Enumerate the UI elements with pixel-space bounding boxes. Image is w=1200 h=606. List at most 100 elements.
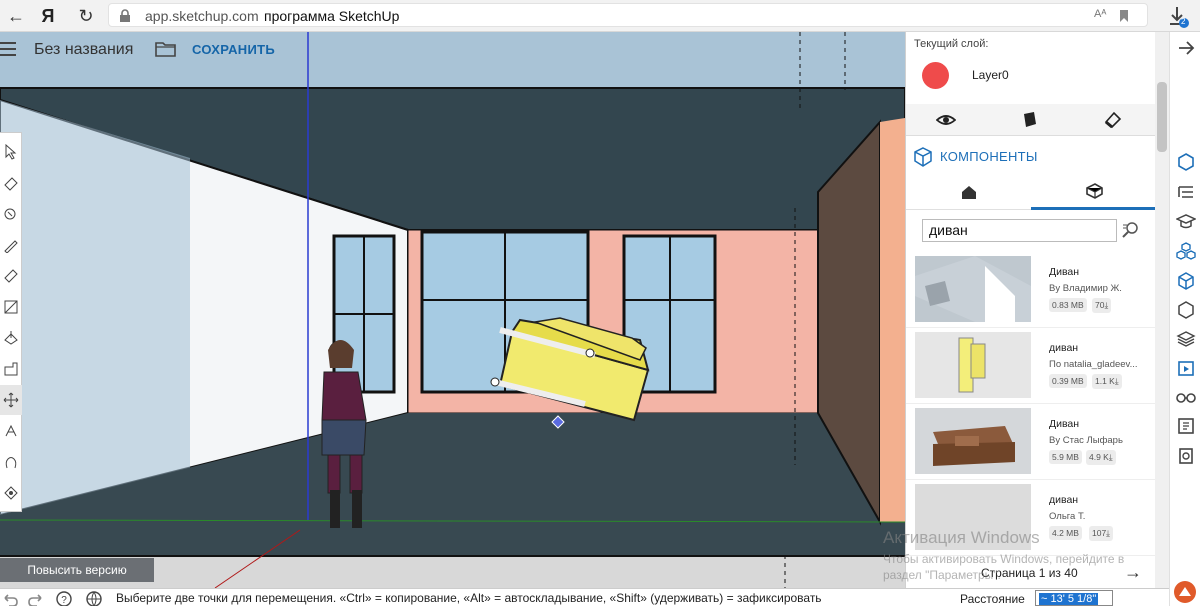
outliner-icon[interactable] [1176, 183, 1196, 203]
components-header: КОМПОНЕНТЫ [906, 138, 1155, 174]
components-panel-icon[interactable] [1176, 241, 1196, 261]
current-layer-caption: Текущий слой: [914, 38, 989, 50]
list-item[interactable]: диван По natalia_gladeev... 0.39 MB 1.1 … [906, 328, 1155, 404]
layers-paint-icon[interactable] [1020, 110, 1040, 130]
svg-text:?: ? [61, 595, 67, 606]
result-author: By Владимир Ж. [1049, 283, 1122, 294]
walk-tool-icon[interactable] [0, 478, 22, 508]
pencil-tool-icon[interactable] [0, 230, 22, 260]
components-title: КОМПОНЕНТЫ [940, 149, 1038, 164]
move-tool-icon[interactable] [0, 385, 22, 415]
result-name: Диван [1049, 266, 1080, 278]
rectangle-tool-icon[interactable] [0, 292, 22, 322]
yandex-logo-icon[interactable]: Я [36, 4, 60, 28]
downloads-button[interactable]: 2 [1164, 4, 1190, 30]
save-button[interactable]: СОХРАНИТЬ [192, 42, 275, 57]
result-downloads: 107⤓ [1089, 526, 1113, 541]
distance-value: ~ 13' 5 1/8" [1039, 593, 1099, 605]
result-size: 0.39 MB [1049, 374, 1087, 388]
url-page-title: программа SketchUp [264, 8, 400, 24]
advanced-search-icon[interactable] [1121, 221, 1139, 239]
layer-color-swatch[interactable] [922, 62, 949, 89]
component-search-input[interactable]: диван [922, 219, 1117, 242]
extension-icon[interactable] [1173, 580, 1197, 604]
result-downloads: 4.9 K⤓ [1086, 450, 1116, 465]
help-icon[interactable]: ? [56, 591, 72, 606]
right-panel: Текущий слой: Layer0 КОМПОНЕНТЫ диван Ди… [905, 32, 1155, 588]
url-domain: app.sketchup.com [145, 8, 259, 24]
scene-svg [0, 32, 905, 588]
result-size: 5.9 MB [1049, 450, 1082, 464]
component-thumbnail [915, 332, 1031, 398]
result-author: По natalia_gladeev... [1049, 359, 1138, 370]
bookmark-icon[interactable] [1119, 9, 1129, 23]
document-title[interactable]: Без названия [34, 41, 133, 59]
layer-tools [906, 104, 1155, 136]
layer-eraser-icon[interactable] [1103, 110, 1123, 130]
materials-icon[interactable] [1176, 271, 1196, 291]
scenes-icon[interactable] [1176, 358, 1196, 378]
result-author: By Стас Лыфарь [1049, 435, 1123, 446]
translate-icon[interactable]: Aᴬ [1094, 8, 1106, 20]
layers-icon[interactable] [1176, 329, 1196, 349]
display-glasses-icon[interactable] [1176, 387, 1196, 407]
windows-activation-title: Активация Windows [883, 528, 1040, 547]
pan-tool-icon[interactable] [0, 447, 22, 477]
distance-input[interactable]: ~ 13' 5 1/8" [1035, 590, 1113, 606]
reload-icon[interactable]: ↻ [74, 4, 98, 28]
result-size: 0.83 MB [1049, 298, 1087, 312]
status-bar: ? Выберите две точки для перемещения. «C… [0, 588, 1169, 606]
list-item[interactable]: Диван By Владимир Ж. 0.83 MB 70⤓ [906, 252, 1155, 328]
app-header: Без названия СОХРАНИТЬ [0, 32, 280, 68]
browser-toolbar: ← Я ↻ app.sketchup.com программа SketchU… [0, 0, 1200, 32]
current-layer-name[interactable]: Layer0 [972, 68, 1009, 82]
right-icon-strip [1169, 32, 1200, 606]
result-name: диван [1049, 494, 1079, 506]
result-downloads: 1.1 K⤓ [1092, 374, 1122, 389]
eye-icon[interactable] [936, 110, 956, 130]
distance-label: Расстояние [960, 592, 1025, 606]
upgrade-button[interactable]: Повысить версию [0, 558, 154, 582]
lock-icon [120, 9, 130, 22]
status-hint: Выберите две точки для перемещения. «Ctr… [116, 591, 822, 605]
components-tabs [906, 174, 1155, 210]
address-bar[interactable]: app.sketchup.com программа SketchUp Aᴬ [108, 3, 1148, 27]
globe-icon[interactable] [86, 591, 102, 606]
push-pull-icon[interactable] [0, 323, 22, 353]
scrollbar-thumb[interactable] [1157, 82, 1167, 152]
component-thumbnail [915, 256, 1031, 322]
collapse-arrow-icon[interactable] [1176, 38, 1196, 58]
windows-activation-subtitle: Чтобы активировать Windows, перейдите в … [883, 552, 1125, 582]
undo-icon[interactable] [2, 591, 18, 606]
hamburger-menu-icon[interactable] [0, 42, 18, 56]
result-downloads: 70⤓ [1092, 298, 1112, 313]
select-tool-icon[interactable] [0, 137, 22, 167]
redo-icon[interactable] [28, 591, 44, 606]
component-thumbnail [915, 408, 1031, 474]
components-cube-icon [914, 147, 932, 167]
styles-icon[interactable] [1176, 300, 1196, 320]
download-count-badge: 2 [1181, 17, 1186, 26]
result-name: Диван [1049, 418, 1080, 430]
tab-search[interactable] [1031, 174, 1155, 210]
offset-tool-icon[interactable] [0, 354, 22, 384]
left-toolbar [0, 132, 22, 512]
result-name: диван [1049, 342, 1079, 354]
home-icon [961, 186, 976, 199]
paint-bucket-icon[interactable] [0, 199, 22, 229]
back-arrow-icon[interactable]: ← [4, 4, 28, 28]
folder-icon[interactable] [155, 40, 177, 58]
warehouse-icon [1085, 182, 1103, 199]
panel-scrollbar[interactable] [1155, 32, 1169, 588]
tape-measure-icon[interactable] [0, 261, 22, 291]
tab-home[interactable] [906, 174, 1031, 210]
eraser-tool-icon[interactable] [0, 168, 22, 198]
report-icon[interactable] [1176, 445, 1196, 465]
result-size: 4.2 MB [1049, 526, 1082, 540]
entity-info-icon[interactable] [1176, 152, 1196, 172]
solid-inspector-icon[interactable] [1176, 416, 1196, 436]
3d-viewport[interactable] [0, 32, 905, 588]
orbit-tool-icon[interactable] [0, 416, 22, 446]
instructor-icon[interactable] [1176, 212, 1196, 232]
list-item[interactable]: Диван By Стас Лыфарь 5.9 MB 4.9 K⤓ [906, 404, 1155, 480]
